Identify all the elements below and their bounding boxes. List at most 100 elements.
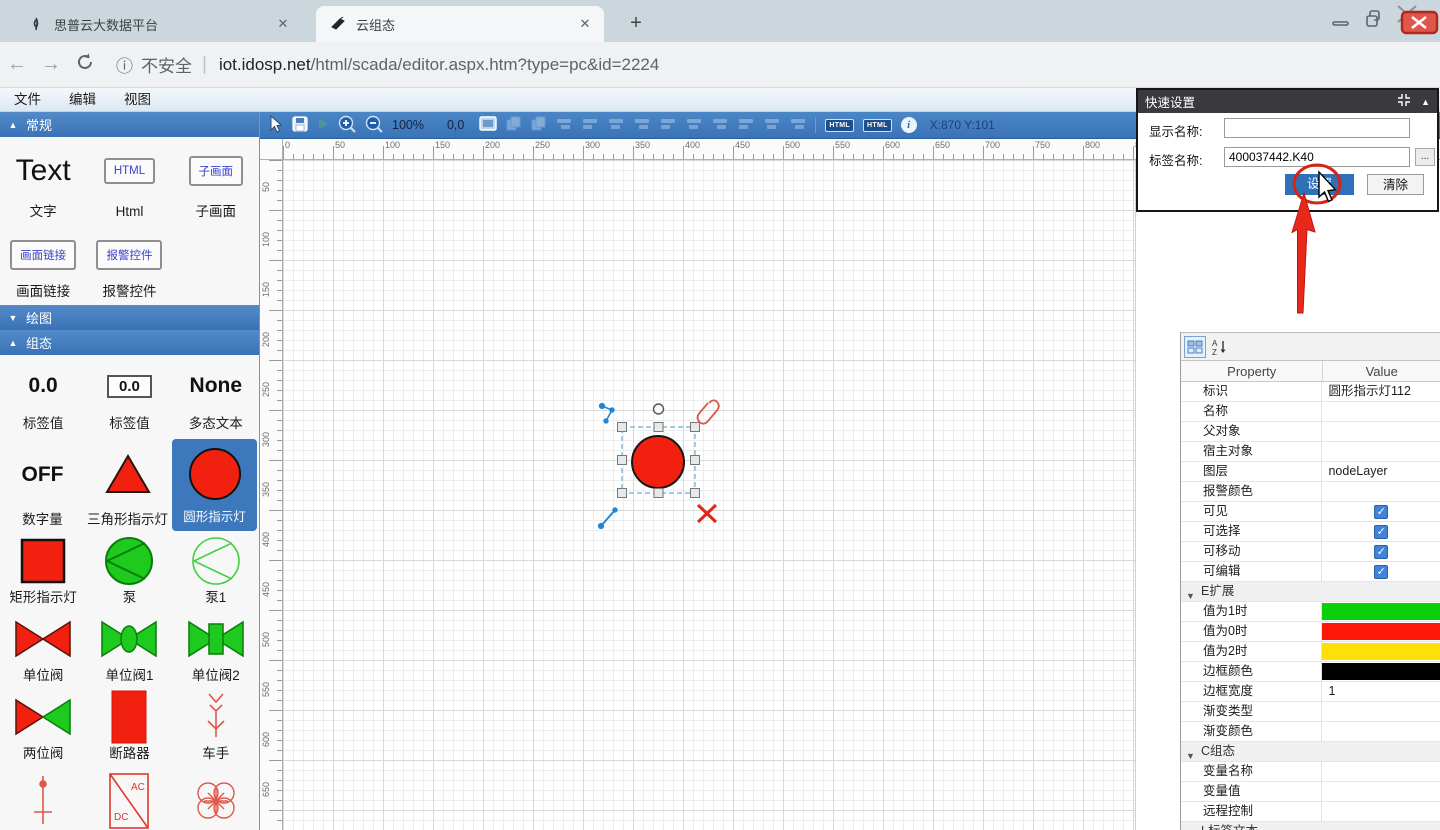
restore-button[interactable] <box>1356 8 1386 33</box>
palette-item[interactable]: 两位阀 <box>0 689 86 767</box>
checkbox-checked-icon[interactable]: ✓ <box>1374 525 1388 539</box>
tab-close-icon[interactable]: ✕ <box>274 16 292 32</box>
property-category-name[interactable]: ▼E扩展 <box>1181 582 1440 601</box>
export-html-icon[interactable]: HTML <box>825 119 854 132</box>
forward-icon[interactable]: → <box>34 53 68 76</box>
line-tool-icon[interactable] <box>598 508 617 529</box>
palette-item[interactable]: 0.0标签值 <box>86 355 172 437</box>
run-preview-icon[interactable] <box>317 117 329 134</box>
property-value[interactable] <box>1322 402 1440 421</box>
property-value[interactable]: ✓ <box>1322 522 1440 541</box>
close-button[interactable] <box>1394 4 1440 39</box>
dock-icon[interactable] <box>1397 93 1411 110</box>
palette-item[interactable]: 报警控件报警控件 <box>86 225 172 305</box>
pointer-tool-icon[interactable] <box>269 115 283 136</box>
browse-tags-button[interactable]: ... <box>1415 148 1435 166</box>
browser-tab-platform[interactable]: 思普云大数据平台 ✕ <box>14 6 302 42</box>
color-swatch[interactable] <box>1322 623 1440 640</box>
palette-item[interactable]: 刀闸 <box>0 767 86 830</box>
property-value[interactable] <box>1322 782 1440 801</box>
menu-file[interactable]: 文件 <box>0 88 55 111</box>
property-value[interactable] <box>1322 442 1440 461</box>
palette-item[interactable]: PT <box>173 767 259 830</box>
property-value[interactable] <box>1322 622 1440 641</box>
palette-item[interactable]: OFF数字量 <box>0 437 85 533</box>
palette-item[interactable]: ACDC逆变器 <box>86 767 172 830</box>
palette-item[interactable]: 单位阀 <box>0 611 86 689</box>
rotate-handle[interactable] <box>654 404 664 414</box>
section-header-general[interactable]: ▲常规 <box>0 112 259 137</box>
new-tab-button[interactable]: + <box>622 10 650 38</box>
tag-name-input[interactable] <box>1224 147 1410 167</box>
property-category-name[interactable]: ▼L标签文本 <box>1181 822 1440 830</box>
menu-edit[interactable]: 编辑 <box>55 88 110 111</box>
palette-item[interactable]: 圆形指示灯 <box>172 439 257 531</box>
clear-button[interactable]: 清除 <box>1367 174 1424 195</box>
property-value[interactable]: 1 <box>1322 682 1440 701</box>
set-button[interactable]: 设置 <box>1285 174 1354 195</box>
preview-html-icon[interactable]: HTML <box>863 119 892 132</box>
property-value[interactable] <box>1322 602 1440 621</box>
property-value[interactable] <box>1322 662 1440 681</box>
checkbox-checked-icon[interactable]: ✓ <box>1374 565 1388 579</box>
palette-item[interactable]: 三角形指示灯 <box>85 437 170 533</box>
checkbox-checked-icon[interactable]: ✓ <box>1374 505 1388 519</box>
property-value[interactable]: ✓ <box>1322 502 1440 521</box>
section-header-draw[interactable]: ▼绘图 <box>0 305 259 330</box>
sort-az-icon[interactable]: AZ <box>1209 336 1231 358</box>
collapse-icon[interactable]: ▲ <box>1421 97 1430 107</box>
circle-indicator-shape[interactable] <box>632 436 684 488</box>
back-icon[interactable]: ← <box>0 53 34 76</box>
palette-item[interactable]: None多态文本 <box>173 355 259 437</box>
property-value[interactable] <box>1322 722 1440 741</box>
property-value[interactable] <box>1322 762 1440 781</box>
property-value[interactable]: nodeLayer <box>1322 462 1440 481</box>
tab-close-icon[interactable]: ✕ <box>576 16 594 32</box>
palette-item[interactable]: 0.0标签值 <box>0 355 86 437</box>
palette-item[interactable]: 单位阀1 <box>86 611 172 689</box>
palette-item[interactable]: 泵1 <box>173 533 259 611</box>
zoom-out-icon[interactable] <box>365 115 383 136</box>
color-swatch[interactable] <box>1322 643 1440 660</box>
info-about-icon[interactable]: i <box>901 117 917 133</box>
palette-item[interactable]: 画面链接画面链接 <box>0 225 86 305</box>
display-name-input[interactable] <box>1224 118 1410 138</box>
reload-icon[interactable] <box>68 52 102 78</box>
property-value[interactable] <box>1322 422 1440 441</box>
menu-view[interactable]: 视图 <box>110 88 165 111</box>
palette-item[interactable]: Text文字 <box>0 137 86 225</box>
property-grid: AZ Property Value 标识圆形指示灯112名称父对象宿主对象图层n… <box>1180 332 1440 830</box>
connector-icon[interactable] <box>599 403 614 423</box>
property-value[interactable] <box>1322 482 1440 501</box>
url-field[interactable]: ⓘ 不安全 | iot.idosp.net/html/scada/editor.… <box>116 52 659 77</box>
property-value[interactable]: 圆形指示灯112 <box>1322 382 1440 401</box>
palette-item[interactable]: 断路器 <box>86 689 172 767</box>
zoom-in-icon[interactable] <box>338 115 356 136</box>
property-row: 值为2时 <box>1181 642 1440 662</box>
property-value[interactable] <box>1322 642 1440 661</box>
palette-item[interactable]: 车手 <box>173 689 259 767</box>
palette-item[interactable]: HTMLHtml <box>86 137 172 225</box>
property-value[interactable] <box>1322 702 1440 721</box>
screen-size-icon[interactable] <box>479 116 497 134</box>
property-value[interactable]: ✓ <box>1322 562 1440 581</box>
categorized-view-icon[interactable] <box>1184 336 1206 358</box>
delete-x-icon[interactable] <box>698 505 716 522</box>
save-icon[interactable] <box>292 116 308 135</box>
palette-item[interactable]: 矩形指示灯 <box>0 533 86 611</box>
palette-item[interactable]: 子画面子画面 <box>173 137 259 225</box>
property-category-name[interactable]: ▼C组态 <box>1181 742 1440 761</box>
attach-paperclip-icon[interactable] <box>698 400 719 423</box>
info-icon[interactable]: ⓘ <box>116 52 133 77</box>
browser-tab-scada[interactable]: 云组态 ✕ <box>316 6 604 42</box>
section-header-scada[interactable]: ▲组态 <box>0 330 259 355</box>
quick-settings-header[interactable]: 快速设置 ▲ <box>1138 90 1437 113</box>
checkbox-checked-icon[interactable]: ✓ <box>1374 545 1388 559</box>
palette-item[interactable]: 单位阀2 <box>173 611 259 689</box>
palette-item[interactable]: 泵 <box>86 533 172 611</box>
property-value[interactable]: ✓ <box>1322 542 1440 561</box>
minimize-button[interactable] <box>1326 10 1356 33</box>
color-swatch[interactable] <box>1322 663 1440 680</box>
property-value[interactable] <box>1322 802 1440 821</box>
color-swatch[interactable] <box>1322 603 1440 620</box>
